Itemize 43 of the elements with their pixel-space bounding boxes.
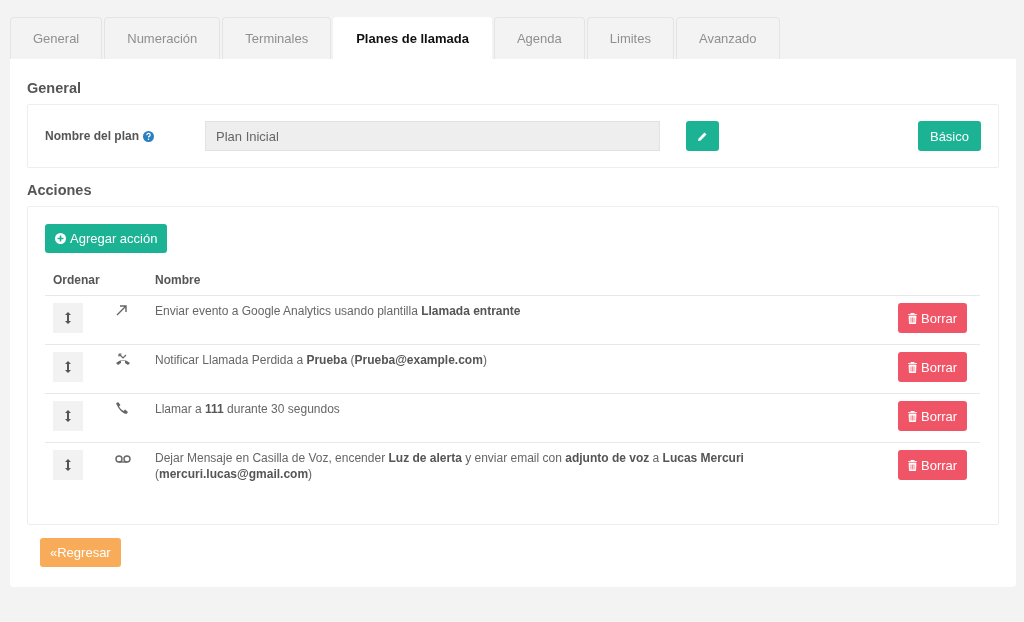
voicemail-icon [115,454,131,464]
mode-button[interactable]: Básico [917,121,981,151]
tab[interactable]: Terminales [222,17,332,59]
plan-name-field[interactable]: Plan Inicial [205,121,660,151]
add-action-button[interactable]: Agregar acción [45,224,168,253]
tab[interactable]: Numeración [104,17,221,59]
action-description: Llamar a 111 durante 30 segundos [155,401,341,417]
reorder-handle[interactable] [53,450,83,480]
action-description: Notificar Llamada Perdida a Prueba (Prueba@example.com) [155,352,488,368]
trash-icon [908,361,917,373]
up-down-arrow-icon [65,459,71,471]
column-header: Nombre [147,267,890,296]
tab[interactable]: Avanzado [675,17,780,59]
reorder-handle[interactable] [53,401,83,431]
up-down-arrow-icon [65,312,71,324]
tab[interactable]: General [10,17,103,59]
section-heading: Acciones [27,182,92,198]
trash-icon [908,410,917,422]
action-description: Dejar Mensaje en Casilla de Voz, encender Luz de alerta y enviar email con adjunto de voz a Lucas Mercuri (mercuri.lucas@gmail.com) [155,450,745,482]
up-down-arrow-icon [65,361,71,373]
up-down-arrow-icon [65,410,71,422]
back-button[interactable]: «Regresar [40,538,121,567]
missed-call-icon [115,352,131,366]
section-heading: General [27,80,81,96]
tab[interactable]: Agenda [493,17,585,59]
delete-button[interactable]: Borrar [898,303,968,333]
reorder-handle[interactable] [53,303,83,333]
trash-icon [908,459,917,471]
phone-icon [115,401,129,415]
delete-button[interactable]: Borrar [898,401,968,431]
trash-icon [908,312,917,324]
arrow-icon [115,303,129,317]
pencil-icon [697,130,708,142]
help-icon[interactable] [143,130,154,142]
delete-button[interactable]: Borrar [898,352,968,382]
delete-button[interactable]: Borrar [898,450,968,480]
plus-circle-icon [55,233,66,244]
reorder-handle[interactable] [53,352,83,382]
tab[interactable]: Limites [586,17,674,59]
tab[interactable]: Planes de llamada [333,17,492,59]
field-label: Nombre del plan [45,129,139,143]
column-header: Ordenar [45,267,115,296]
action-description: Enviar evento a Google Analytics usando plantilla Llamada entrante [155,303,522,319]
